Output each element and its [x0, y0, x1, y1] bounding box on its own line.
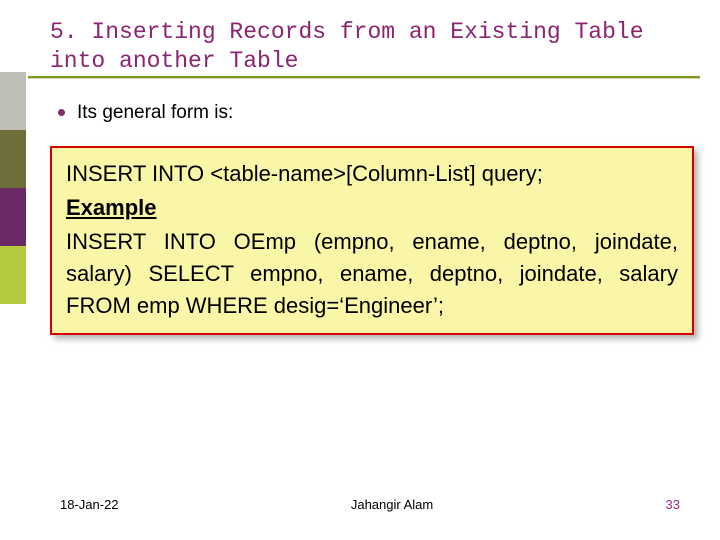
rail-block-olive	[0, 130, 26, 188]
code-box: INSERT INTO <table-name>[Column-List] qu…	[50, 146, 694, 335]
left-accent-rail	[0, 72, 26, 422]
slide: 5. Inserting Records from an Existing Ta…	[0, 0, 720, 540]
example-label: Example	[66, 192, 157, 224]
example-body: INSERT INTO OEmp (empno, ename, deptno, …	[66, 226, 678, 322]
footer-page: 33	[666, 497, 680, 512]
rail-block-grey	[0, 72, 26, 130]
rail-block-green	[0, 246, 26, 304]
bullet-line: Its general form is:	[58, 102, 690, 124]
code-syntax: INSERT INTO <table-name>[Column-List] qu…	[66, 158, 678, 190]
rail-block-purple	[0, 188, 26, 246]
footer: 18-Jan-22 Jahangir Alam 33	[60, 497, 680, 512]
title-underline	[28, 76, 700, 79]
slide-title: 5. Inserting Records from an Existing Ta…	[50, 18, 696, 76]
footer-author: Jahangir Alam	[351, 497, 433, 512]
bullet-text: Its general form is:	[77, 102, 233, 123]
footer-date: 18-Jan-22	[60, 497, 119, 512]
bullet-icon	[58, 109, 65, 116]
